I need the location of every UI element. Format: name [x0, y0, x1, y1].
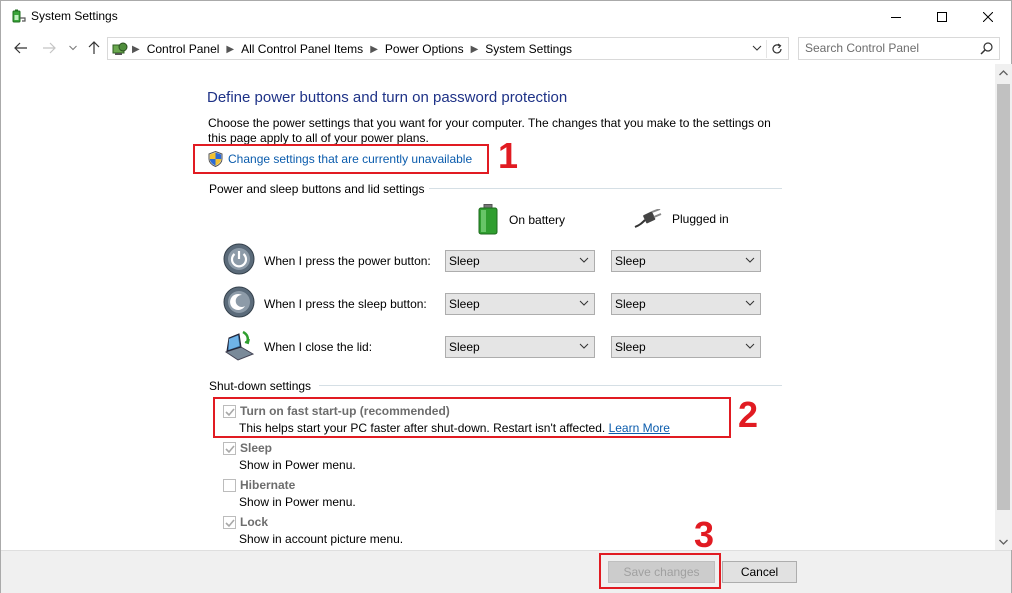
checkmark-icon [225, 519, 235, 528]
sleep-button-label: When I press the sleep button: [264, 297, 427, 311]
power-button-label: When I press the power button: [264, 254, 431, 268]
main-content: Define power buttons and turn on passwor… [1, 64, 995, 550]
hibernate-option-title: Hibernate [240, 478, 296, 492]
close-lid-label: When I close the lid: [264, 340, 373, 354]
section-heading-buttons: Power and sleep buttons and lid settings [209, 182, 425, 196]
breadcrumb-power-options[interactable]: Power Options [385, 42, 464, 56]
close-button[interactable] [965, 1, 1011, 32]
chevron-down-icon [745, 343, 755, 349]
lock-checkbox[interactable] [223, 516, 236, 529]
section-divider [319, 385, 782, 386]
annotation-number-2: 2 [738, 394, 759, 435]
scroll-up-button[interactable] [995, 64, 1012, 81]
annotation-box-2 [213, 397, 731, 438]
refresh-icon [771, 43, 782, 54]
system-settings-window: System Settings ▶ Control Panel ▶ All Co… [0, 0, 1012, 593]
title-bar: System Settings [1, 1, 1011, 32]
sleep-option-title: Sleep [240, 441, 273, 455]
breadcrumb-separator-icon: ▶ [132, 43, 140, 55]
scroll-thumb[interactable] [997, 84, 1010, 510]
vertical-scrollbar[interactable] [995, 64, 1012, 550]
selected-value: Sleep [615, 340, 646, 354]
sleep-button-plugged-select[interactable]: Sleep [611, 293, 761, 315]
selected-value: Sleep [449, 340, 480, 354]
breadcrumb-separator-icon[interactable]: ▶ [370, 44, 378, 55]
selected-value: Sleep [449, 297, 480, 311]
column-header-battery-label: On battery [509, 212, 566, 227]
checkmark-icon [225, 445, 235, 454]
close-lid-battery-select[interactable]: Sleep [445, 336, 595, 358]
annotation-number-1: 1 [498, 135, 519, 176]
forward-arrow-icon [43, 42, 56, 54]
breadcrumb-system-settings[interactable]: System Settings [485, 42, 572, 56]
power-button-battery-select[interactable]: Sleep [445, 250, 595, 272]
footer-bar: Save changes Cancel [1, 550, 1011, 593]
sleep-button-battery-select[interactable]: Sleep [445, 293, 595, 315]
selected-value: Sleep [615, 297, 646, 311]
column-header-plugged: Plugged in [634, 209, 729, 229]
up-button[interactable] [85, 39, 103, 57]
close-lid-plugged-select[interactable]: Sleep [611, 336, 761, 358]
address-row: ▶ Control Panel ▶ All Control Panel Item… [1, 32, 1011, 64]
column-header-battery: On battery [477, 204, 565, 235]
address-bar[interactable]: ▶ Control Panel ▶ All Control Panel Item… [107, 37, 789, 60]
breadcrumb-separator-icon[interactable]: ▶ [226, 44, 234, 55]
lock-option-description: Show in account picture menu. [239, 532, 404, 546]
maximize-icon [937, 11, 947, 22]
section-divider [429, 188, 782, 189]
sleep-option-description: Show in Power menu. [239, 458, 356, 472]
battery-icon [478, 204, 498, 235]
column-header-plugged-label: Plugged in [672, 212, 729, 226]
hibernate-option-description: Show in Power menu. [239, 495, 356, 509]
forward-button[interactable] [40, 39, 58, 57]
hibernate-checkbox[interactable] [223, 479, 236, 492]
power-plug-icon [634, 209, 662, 228]
back-button[interactable] [12, 39, 30, 57]
window-title: System Settings [31, 9, 118, 23]
chevron-down-icon [579, 300, 589, 306]
chevron-down-icon [745, 257, 755, 263]
chevron-down-icon [745, 300, 755, 306]
search-box[interactable] [798, 37, 1000, 60]
control-panel-icon [112, 42, 128, 55]
annotation-number-3: 3 [694, 514, 715, 555]
lock-option-title: Lock [240, 515, 269, 529]
breadcrumb: ▶ Control Panel ▶ All Control Panel Item… [132, 42, 572, 56]
search-icon[interactable] [980, 42, 993, 55]
breadcrumb-separator-icon[interactable]: ▶ [471, 44, 479, 55]
chevron-down-icon [579, 343, 589, 349]
cancel-button[interactable]: Cancel [722, 561, 797, 583]
annotation-box-3 [599, 553, 721, 589]
close-icon [983, 11, 993, 22]
power-button-icon [223, 243, 255, 275]
sleep-checkbox[interactable] [223, 442, 236, 455]
scroll-down-button[interactable] [995, 533, 1012, 550]
breadcrumb-control-panel[interactable]: Control Panel [147, 42, 220, 56]
chevron-down-icon [69, 45, 77, 51]
recent-locations-button[interactable] [64, 39, 82, 57]
laptop-lid-icon [224, 330, 255, 361]
back-arrow-icon [14, 42, 27, 54]
selected-value: Sleep [615, 254, 646, 268]
chevron-down-icon [579, 257, 589, 263]
maximize-button[interactable] [919, 1, 965, 32]
section-heading-shutdown: Shut-down settings [209, 379, 312, 393]
scroll-up-arrow-icon [999, 69, 1008, 75]
selected-value: Sleep [449, 254, 480, 268]
up-arrow-icon [88, 41, 100, 54]
refresh-button[interactable] [766, 40, 786, 58]
power-button-plugged-select[interactable]: Sleep [611, 250, 761, 272]
breadcrumb-all-items[interactable]: All Control Panel Items [241, 42, 363, 56]
minimize-icon [891, 16, 901, 18]
annotation-box-1 [193, 144, 489, 174]
sleep-button-icon [223, 286, 255, 318]
scroll-down-arrow-icon [999, 539, 1008, 545]
power-options-app-icon [12, 9, 26, 23]
search-input[interactable] [805, 41, 975, 55]
page-title: Define power buttons and turn on passwor… [207, 89, 568, 106]
address-history-chevron-icon[interactable] [752, 42, 762, 54]
minimize-button[interactable] [873, 1, 919, 32]
